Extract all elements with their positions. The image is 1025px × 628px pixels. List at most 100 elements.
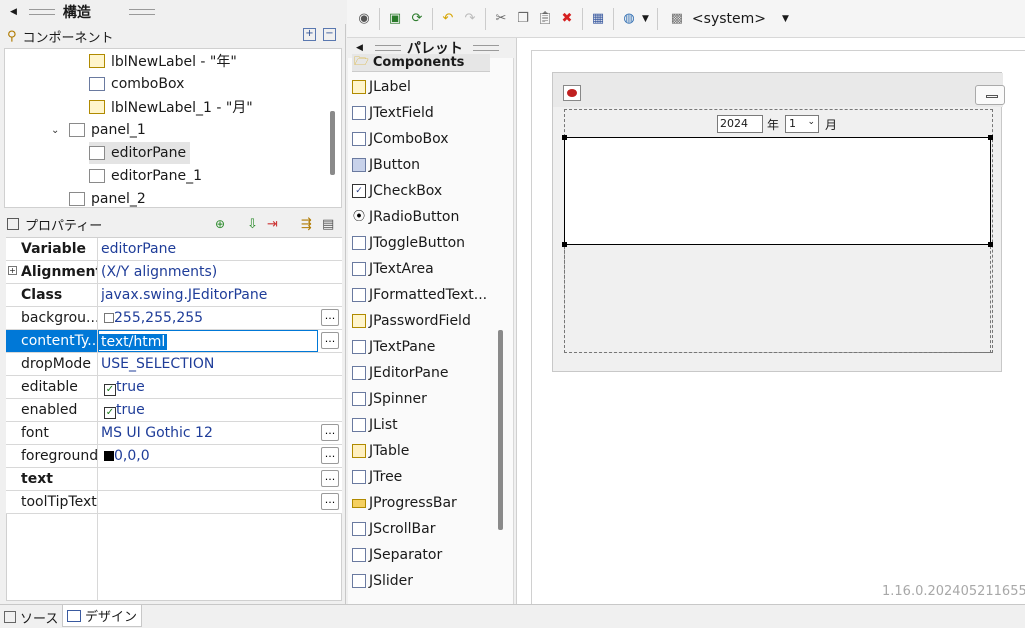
chevron-down-icon[interactable]: ▼	[782, 14, 789, 24]
property-row-enabled[interactable]: enabled ✓ true	[6, 399, 342, 422]
palette-item-jtextfield[interactable]: JTextField	[352, 101, 434, 125]
show-events-icon[interactable]: ⊕	[215, 217, 225, 231]
delete-icon[interactable]: ✖	[556, 8, 578, 30]
grip-handle[interactable]	[374, 45, 401, 51]
globe-icon[interactable]: ◍	[618, 8, 640, 30]
checkbox-checked-icon[interactable]: ✓	[104, 407, 116, 419]
frame-title-bar	[553, 73, 1005, 107]
tab-source[interactable]: ソース	[4, 607, 58, 627]
tab-design[interactable]: デザイン	[62, 605, 143, 627]
ellipsis-button[interactable]: ...	[321, 470, 339, 487]
property-row-font[interactable]: font MS UI Gothic 12 ...	[6, 422, 342, 445]
filter-icon[interactable]: ⇶	[301, 217, 312, 232]
property-row-dropmode[interactable]: dropMode USE_SELECTION	[6, 353, 342, 376]
copy-icon[interactable]: ❐	[512, 8, 534, 30]
month-combobox[interactable]: 1 ⌄	[785, 115, 820, 133]
palette-item-jformattedtextfield[interactable]: JFormattedText...	[352, 283, 487, 307]
look-and-feel-icon[interactable]: ▩	[666, 8, 688, 30]
test-gui-icon[interactable]: ◉	[353, 8, 375, 30]
ellipsis-button[interactable]: ...	[321, 309, 339, 326]
spinner-icon	[352, 392, 366, 406]
resize-handle[interactable]	[562, 242, 567, 247]
palette-item-jtextarea[interactable]: JTextArea	[352, 257, 434, 281]
ellipsis-button[interactable]: ...	[321, 424, 339, 441]
palette-category[interactable]: 🗁︎ Components	[352, 54, 490, 72]
selected-editor-pane[interactable]	[562, 135, 993, 247]
redo-icon[interactable]: ↷	[459, 8, 481, 30]
tree-item[interactable]: lblNewLabel - "年"	[89, 50, 237, 72]
ellipsis-button[interactable]: ...	[321, 493, 339, 510]
chevron-down-icon[interactable]: ⌄	[51, 125, 69, 136]
system-label[interactable]: <system>	[692, 11, 766, 27]
slider-icon	[352, 574, 366, 588]
property-row-foreground[interactable]: foreground 0,0,0 ...	[6, 445, 342, 468]
grip-handle[interactable]	[128, 9, 155, 15]
property-row-variable[interactable]: Variable editorPane	[6, 238, 342, 261]
refresh-icon[interactable]: ⟳	[406, 8, 428, 30]
property-row-tooltiptext[interactable]: toolTipText ...	[6, 491, 342, 514]
layout-icon[interactable]: ▦	[587, 8, 609, 30]
convert-to-code-icon[interactable]: ▣	[384, 8, 406, 30]
tree-item-selected[interactable]: editorPane	[89, 142, 191, 164]
resize-handle[interactable]	[988, 242, 993, 247]
palette-item-jpasswordfield[interactable]: JPasswordField	[352, 309, 471, 333]
palette-item-jscrollbar[interactable]: JScrollBar	[352, 517, 435, 541]
palette-item-jlist[interactable]: JList	[352, 413, 398, 437]
tree-item[interactable]: ⌄ panel_1	[51, 119, 146, 141]
cut-icon[interactable]: ✂	[490, 8, 512, 30]
palette-scrollbar[interactable]	[498, 330, 503, 530]
palette-item-jlabel[interactable]: JLabel	[352, 75, 411, 99]
components-icon: ⚲	[7, 28, 17, 44]
palette-item-jtree[interactable]: JTree	[352, 465, 402, 489]
toolbar-separator	[582, 7, 583, 30]
tree-item[interactable]: panel_2	[69, 188, 146, 207]
property-row-text[interactable]: text ...	[6, 468, 342, 491]
palette-item-jradiobutton[interactable]: ⦿ JRadioButton	[352, 205, 459, 229]
collapse-left-icon[interactable]: ◀	[10, 7, 17, 17]
property-column-divider	[97, 514, 98, 600]
palette-item-jseparator[interactable]: JSeparator	[352, 543, 442, 567]
paste-icon[interactable]: 📋︎	[534, 8, 556, 30]
goto-definition-icon[interactable]: ⇩	[247, 217, 258, 232]
ellipsis-button[interactable]: ...	[321, 332, 339, 349]
collapse-all-icon[interactable]: −	[323, 28, 336, 41]
palette-item-jbutton[interactable]: JButton	[352, 153, 420, 177]
components-title: コンポーネント	[22, 30, 114, 46]
checkbox-checked-icon[interactable]: ✓	[104, 384, 116, 396]
property-row-class[interactable]: Class javax.swing.JEditorPane	[6, 284, 342, 307]
palette-item-jslider[interactable]: JSlider	[352, 569, 413, 593]
palette-item-jtable[interactable]: JTable	[352, 439, 409, 463]
palette-item-jcombobox[interactable]: JComboBox	[352, 127, 449, 151]
label-icon	[352, 80, 366, 94]
formatted-text-icon	[352, 288, 366, 302]
palette-item-jcheckbox[interactable]: ✓ JCheckBox	[352, 179, 442, 203]
minimize-button[interactable]	[975, 85, 1005, 105]
grip-handle[interactable]	[28, 9, 55, 15]
chevron-down-icon[interactable]: ▼	[642, 14, 649, 24]
expand-all-icon[interactable]: +	[303, 28, 316, 41]
palette-item-jspinner[interactable]: JSpinner	[352, 387, 427, 411]
resize-handle[interactable]	[562, 135, 567, 140]
undo-icon[interactable]: ↶	[437, 8, 459, 30]
tree-scrollbar[interactable]	[330, 111, 335, 175]
tree-item[interactable]: lblNewLabel_1 - "月"	[89, 96, 253, 118]
resize-handle[interactable]	[988, 135, 993, 140]
palette-item-jtextpane[interactable]: JTextPane	[352, 335, 435, 359]
ellipsis-button[interactable]: ...	[321, 447, 339, 464]
property-row-contenttype[interactable]: contentTy... text/html ...	[6, 330, 342, 353]
property-row-background[interactable]: backgrou... 255,255,255 ...	[6, 307, 342, 330]
year-field[interactable]: 2024	[717, 115, 763, 133]
tree-item[interactable]: comboBox	[89, 73, 184, 95]
advanced-props-icon[interactable]: ⇥	[267, 217, 278, 232]
contenttype-input[interactable]: text/html	[99, 334, 168, 350]
tree-item[interactable]: editorPane_1	[89, 165, 202, 187]
frame-preview[interactable]: 2024 年 1 ⌄ 月	[552, 72, 1005, 372]
checkbox-icon: ✓	[352, 184, 366, 198]
property-row-alignment[interactable]: + Alignment (X/Y alignments)	[6, 261, 342, 284]
property-row-editable[interactable]: editable ✓ true	[6, 376, 342, 399]
menu-icon[interactable]: ▤	[322, 217, 334, 232]
grip-handle[interactable]	[472, 45, 499, 51]
palette-item-jtogglebutton[interactable]: JToggleButton	[352, 231, 465, 255]
palette-item-jeditorpane[interactable]: JEditorPane	[352, 361, 448, 385]
palette-item-jprogressbar[interactable]: JProgressBar	[352, 491, 457, 515]
